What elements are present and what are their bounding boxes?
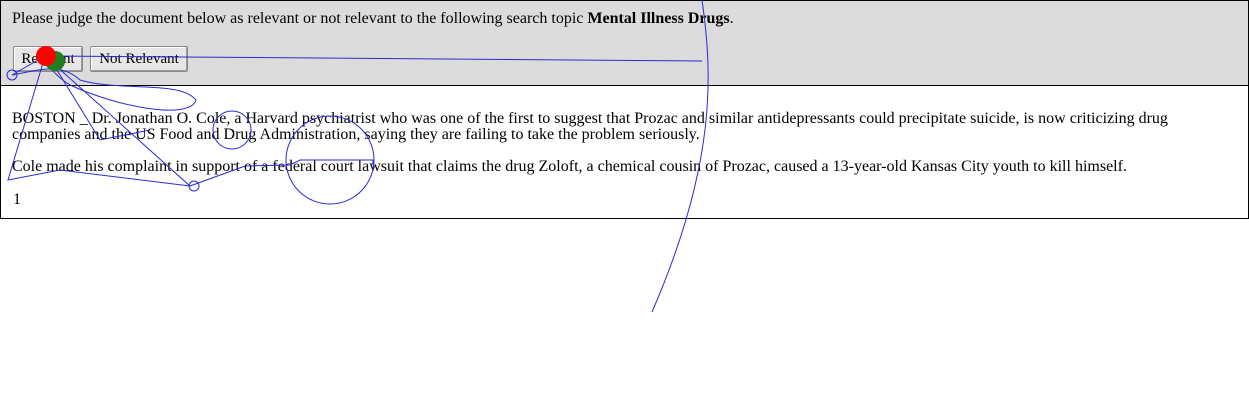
prompt-suffix: . [729,10,734,27]
document-paragraph-2: Cole made his complaint in support of a … [12,158,1127,175]
prompt-prefix: Please judge the document below as relev… [12,10,584,27]
document-body: BOSTON _ Dr. Jonathan O. Cole, a Harvard… [12,111,1237,175]
relevant-button[interactable]: Relevant [13,46,83,72]
relevance-judgement-page: Please judge the document below as relev… [0,0,1249,400]
judgement-panel: Please judge the document below as relev… [0,0,1249,85]
document-panel: BOSTON _ Dr. Jonathan O. Cole, a Harvard… [0,85,1249,219]
page-number: 1 [13,191,21,208]
not-relevant-button[interactable]: Not Relevant [90,46,188,72]
search-topic: Mental Illness Drugs [587,10,730,27]
document-paragraph-1: BOSTON _ Dr. Jonathan O. Cole, a Harvard… [12,110,1168,143]
judgement-prompt: Please judge the document below as relev… [12,10,734,28]
